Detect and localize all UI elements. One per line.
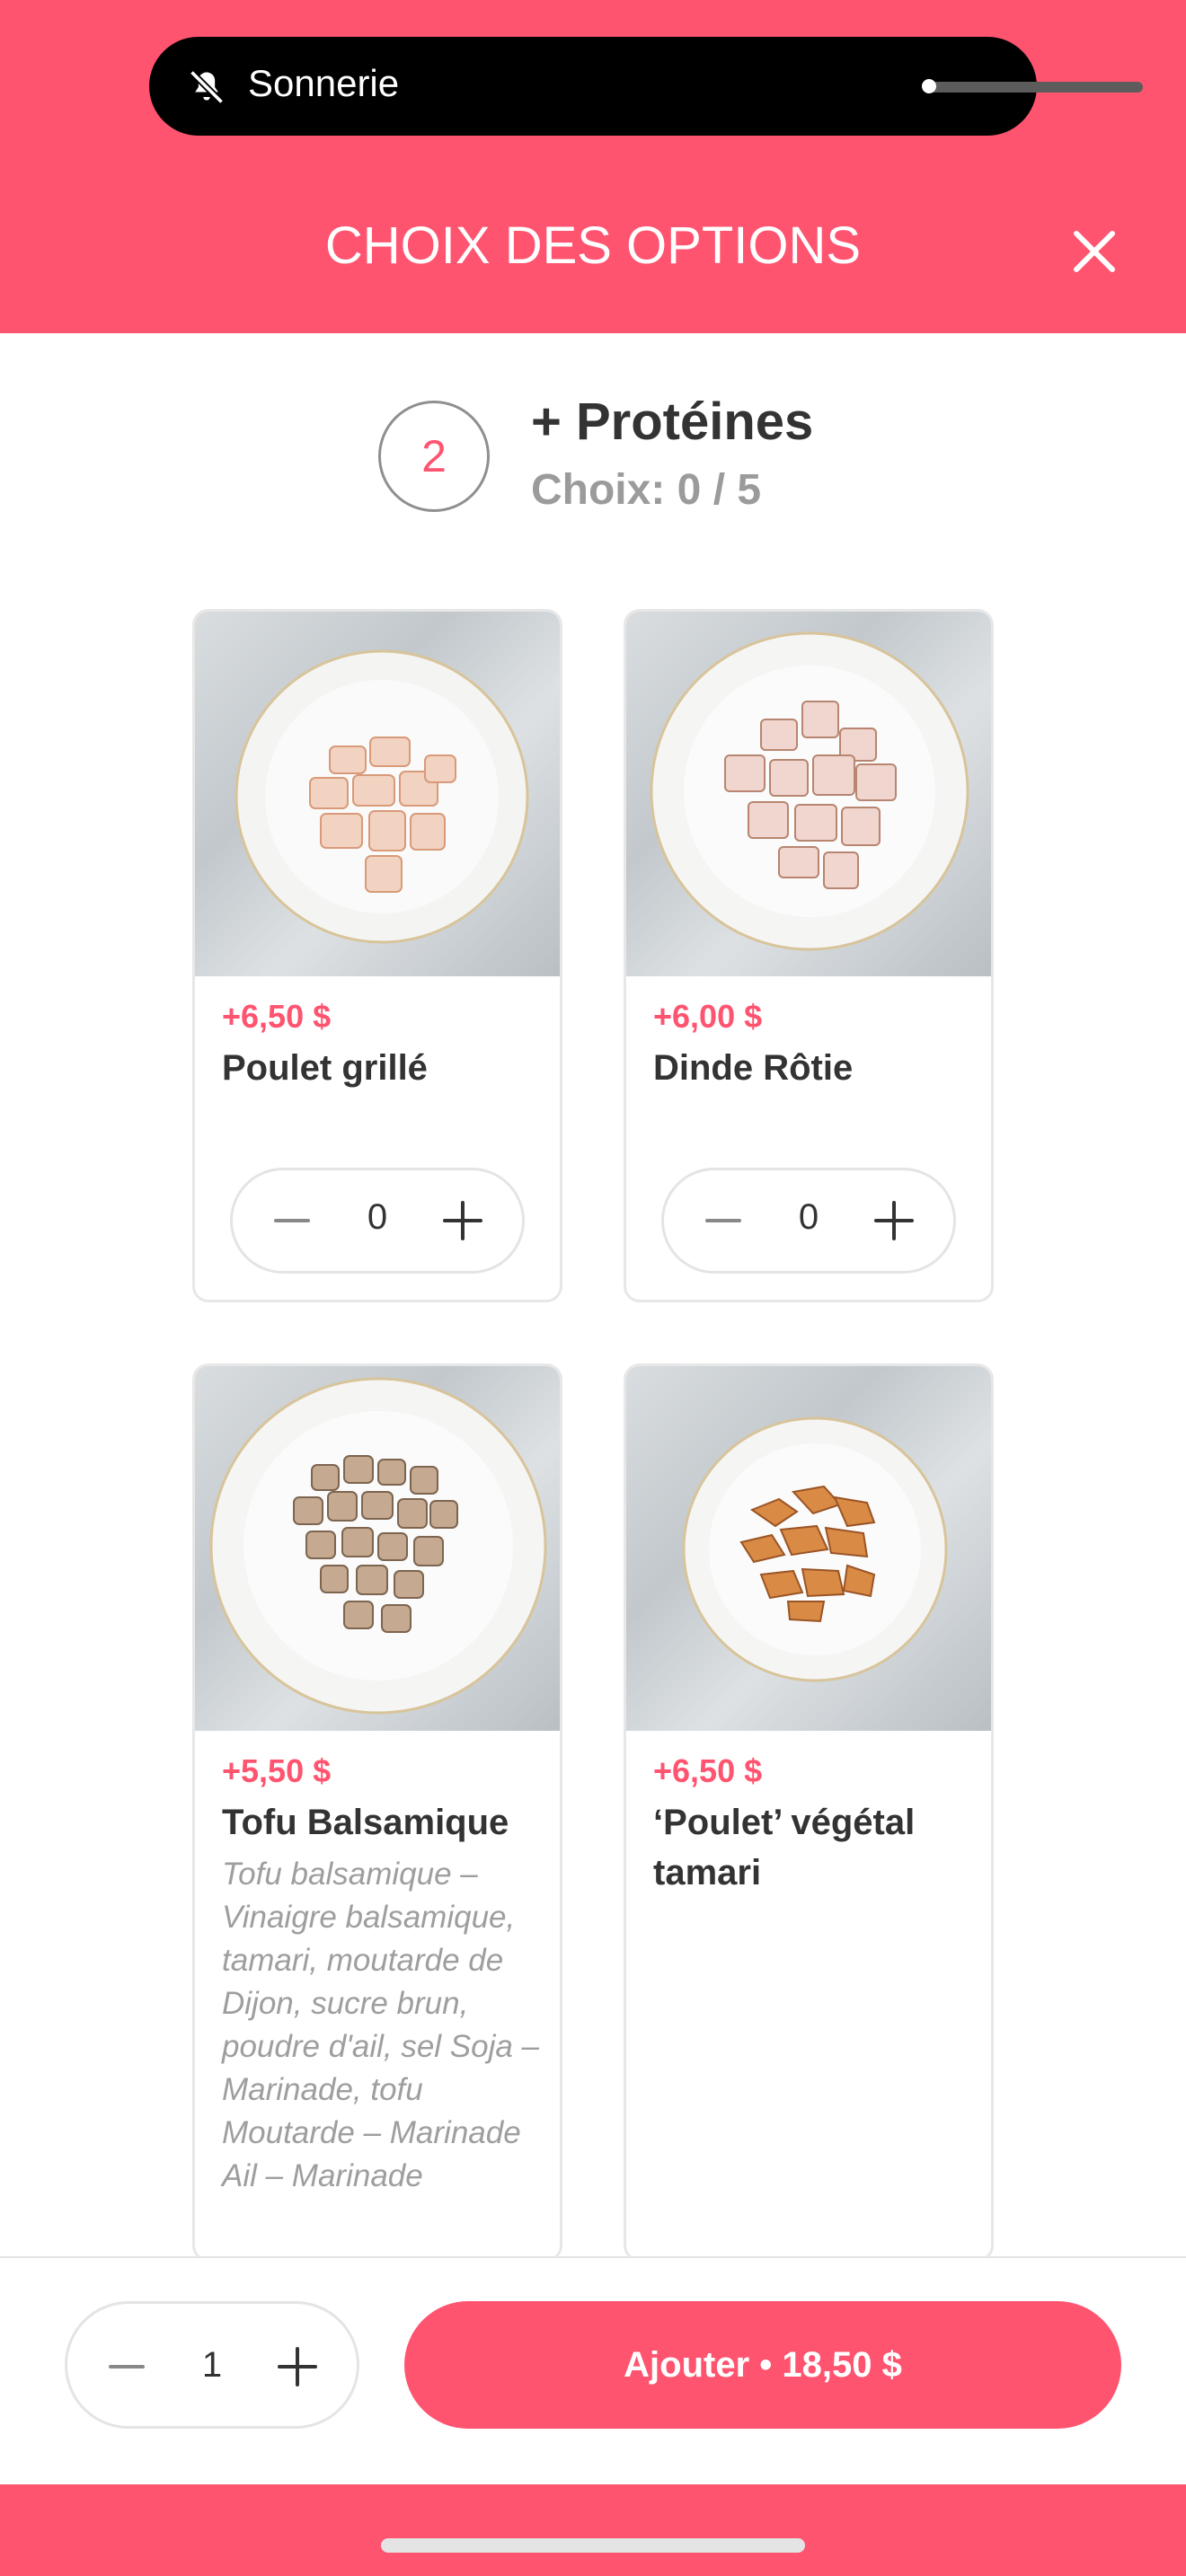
bell-slash-icon <box>189 69 225 105</box>
volume-track <box>924 82 1143 93</box>
item-price: +5,50 $ <box>222 1752 332 1789</box>
item-description: Tofu balsamique – Vinaigre balsamique, t… <box>222 1857 540 2193</box>
item-name: ‘Poulet’ végétal tamari <box>653 1803 916 1892</box>
home-indicator[interactable] <box>381 2538 805 2553</box>
quantity-stepper: 0 <box>230 1168 525 1274</box>
option-card-tofu-balsamique[interactable]: +5,50 $ Tofu Balsamique Tofu balsamique … <box>192 1363 562 2262</box>
top-header: Sonnerie CHOIX DES OPTIONS <box>0 0 1186 333</box>
item-name: Tofu Balsamique <box>222 1803 509 1842</box>
ringer-notification: Sonnerie <box>149 37 1143 136</box>
food-photo <box>626 612 991 976</box>
option-card-poulet-grille[interactable]: +6,50 $ Poulet grillé 0 <box>192 609 562 1302</box>
bottom-band <box>0 2484 1186 2576</box>
item-name: Dinde Rôtie <box>653 1048 854 1088</box>
plus-icon[interactable] <box>269 2338 326 2395</box>
plus-icon[interactable] <box>865 1192 923 1249</box>
option-card-poulet-vegetal-tamari[interactable]: +6,50 $ ‘Poulet’ végétal tamari <box>624 1363 994 2262</box>
item-price: +6,00 $ <box>653 998 763 1035</box>
item-name: Poulet grillé <box>222 1048 428 1088</box>
plus-icon[interactable] <box>434 1192 491 1249</box>
food-photo <box>195 612 560 976</box>
volume-knob <box>922 79 936 93</box>
close-icon[interactable] <box>1067 225 1121 278</box>
ringer-label: Sonnerie <box>248 62 400 104</box>
selection-count: Choix: 0 / 5 <box>531 466 762 514</box>
page-title: CHOIX DES OPTIONS <box>324 216 862 275</box>
food-photo <box>195 1366 560 1731</box>
option-card-dinde-rotie[interactable]: +6,00 $ Dinde Rôtie 0 <box>624 609 994 1302</box>
add-to-cart-button[interactable]: Ajouter • 18,50 $ <box>404 2301 1121 2429</box>
step-number-badge: 2 <box>378 401 490 512</box>
quantity-stepper: 0 <box>661 1168 956 1274</box>
item-price: +6,50 $ <box>653 1752 763 1789</box>
item-price: +6,50 $ <box>222 998 332 1035</box>
order-quantity-stepper: 1 <box>65 2301 359 2429</box>
section-title: + Protéines <box>531 393 814 451</box>
food-photo <box>626 1366 991 1731</box>
